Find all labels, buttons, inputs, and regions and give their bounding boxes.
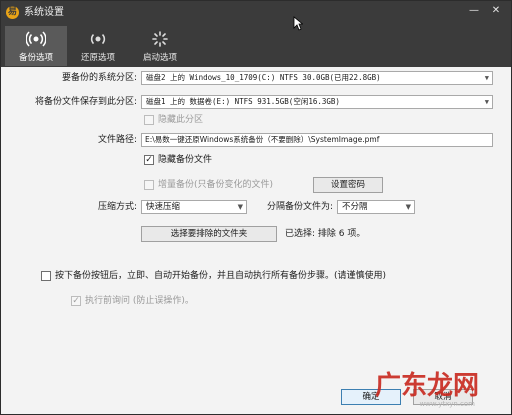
- select-value: 磁盘2 上的 Windows_10_1709(C:) NTFS 30.0GB(已…: [146, 73, 381, 82]
- save-partition-select[interactable]: 磁盘1 上的 数据卷(E:) NTFS 931.5GB(空闲16.3GB) ▼: [141, 95, 493, 109]
- confirm-before-checkbox[interactable]: ✓: [71, 296, 81, 306]
- window-title: 系统设置: [24, 7, 64, 18]
- watermark-logo: 广东龙网: [374, 371, 479, 401]
- auto-backup-checkbox[interactable]: [41, 271, 51, 281]
- radio-waves-icon: [5, 29, 67, 49]
- save-partition-label: 将备份文件保存到此分区:: [34, 97, 137, 107]
- select-value: 磁盘1 上的 数据卷(E:) NTFS 931.5GB(空闲16.3GB): [146, 97, 340, 106]
- tab-label: 还原选项: [80, 53, 115, 63]
- file-path-label: 文件路径:: [97, 135, 137, 145]
- tab-label: 备份选项: [18, 53, 53, 63]
- selected-count-text: 已选择: 排除 6 项。: [285, 229, 366, 239]
- window-controls: — ✕: [463, 4, 507, 18]
- chevron-down-icon: ▼: [237, 203, 243, 211]
- incremental-backup-label: 增量备份(只备份变化的文件): [158, 180, 274, 190]
- file-path-input[interactable]: E:\易数一键还原Windows系统备份（不要删除）\SystemImage.p…: [141, 133, 493, 147]
- select-value: 快速压缩: [146, 202, 181, 212]
- select-value: 不分隔: [342, 202, 368, 212]
- hide-file-checkbox[interactable]: ✓: [144, 155, 154, 165]
- settings-window: 易 系统设置 — ✕ 备份选项 还原选项 启动选项 要备份的系统分区: 磁盘2 …: [0, 0, 512, 415]
- confirm-before-label: 执行前询问 (防止误操作)。: [85, 296, 194, 306]
- tab-restore-options[interactable]: 还原选项: [67, 26, 129, 66]
- set-password-button[interactable]: 设置密码: [313, 177, 383, 193]
- hide-partition-label: 隐藏此分区: [158, 115, 204, 125]
- chevron-down-icon: ▼: [405, 203, 411, 211]
- chevron-down-icon: ▼: [484, 98, 489, 106]
- system-partition-select[interactable]: 磁盘2 上的 Windows_10_1709(C:) NTFS 30.0GB(已…: [141, 71, 493, 85]
- mouse-cursor-icon: [293, 16, 304, 34]
- exclude-folders-button[interactable]: 选择要排除的文件夹: [141, 226, 277, 242]
- compression-select[interactable]: 快速压缩 ▼: [141, 200, 247, 214]
- incremental-backup-checkbox[interactable]: [144, 180, 154, 190]
- tab-bar: 备份选项 还原选项 启动选项: [5, 26, 191, 66]
- chevron-down-icon: ▼: [484, 74, 489, 82]
- tab-backup-options[interactable]: 备份选项: [5, 26, 67, 66]
- hide-file-label: 隐藏备份文件: [158, 155, 213, 165]
- tab-label: 启动选项: [142, 53, 177, 63]
- close-button[interactable]: ✕: [485, 4, 507, 18]
- auto-backup-label: 按下备份按钮后，立即、自动开始备份，并且自动执行所有备份步骤。(请谨慎使用): [55, 271, 387, 281]
- app-logo-icon: 易: [6, 6, 19, 19]
- compression-label: 压缩方式:: [97, 202, 137, 212]
- title-bar: 易 系统设置 — ✕ 备份选项 还原选项 启动选项: [1, 1, 511, 67]
- tab-startup-options[interactable]: 启动选项: [129, 26, 191, 66]
- watermark-url: www.ytxyn.com: [419, 400, 475, 408]
- hide-partition-checkbox[interactable]: [144, 115, 154, 125]
- minimize-button[interactable]: —: [463, 4, 485, 18]
- radio-waves-icon: [67, 29, 129, 49]
- spinner-icon: [129, 29, 191, 49]
- split-select[interactable]: 不分隔 ▼: [337, 200, 415, 214]
- split-label: 分隔备份文件为:: [266, 202, 333, 212]
- system-partition-label: 要备份的系统分区:: [61, 73, 137, 83]
